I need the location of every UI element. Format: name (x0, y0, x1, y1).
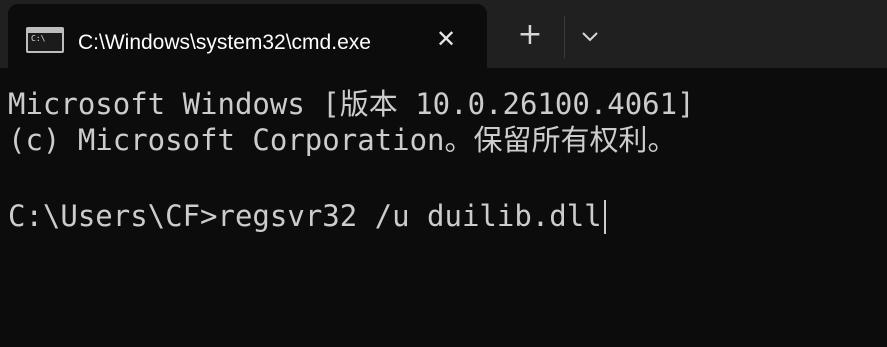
console-output[interactable]: Microsoft Windows [版本 10.0.26100.4061] (… (0, 68, 887, 347)
tab-dropdown-button[interactable] (572, 20, 608, 54)
command-input[interactable]: regsvr32 /u duilib.dll (218, 199, 602, 233)
terminal-window: C:\ C:\Windows\system32\cmd.exe ✕ + Micr… (0, 0, 887, 347)
console-line-command: C:\Users\CF>regsvr32 /u duilib.dll (8, 198, 606, 234)
cmd-icon-prompt: C:\ (31, 34, 46, 43)
prompt-text: C:\Users\CF> (8, 199, 218, 233)
console-line-copyright: (c) Microsoft Corporation。保留所有权利。 (8, 123, 677, 157)
tab-cmd[interactable]: C:\ C:\Windows\system32\cmd.exe ✕ (8, 4, 487, 68)
tab-divider (564, 16, 565, 58)
close-icon[interactable]: ✕ (433, 26, 459, 52)
cmd-icon: C:\ (26, 27, 64, 53)
chevron-down-icon (582, 32, 598, 42)
text-cursor (603, 200, 606, 234)
console-line-version: Microsoft Windows [版本 10.0.26100.4061] (8, 87, 695, 121)
tab-strip: C:\ C:\Windows\system32\cmd.exe ✕ + (0, 0, 887, 68)
cmd-icon-titlebar (28, 29, 62, 33)
new-tab-button[interactable]: + (510, 18, 550, 54)
tab-title: C:\Windows\system32\cmd.exe (78, 31, 371, 54)
